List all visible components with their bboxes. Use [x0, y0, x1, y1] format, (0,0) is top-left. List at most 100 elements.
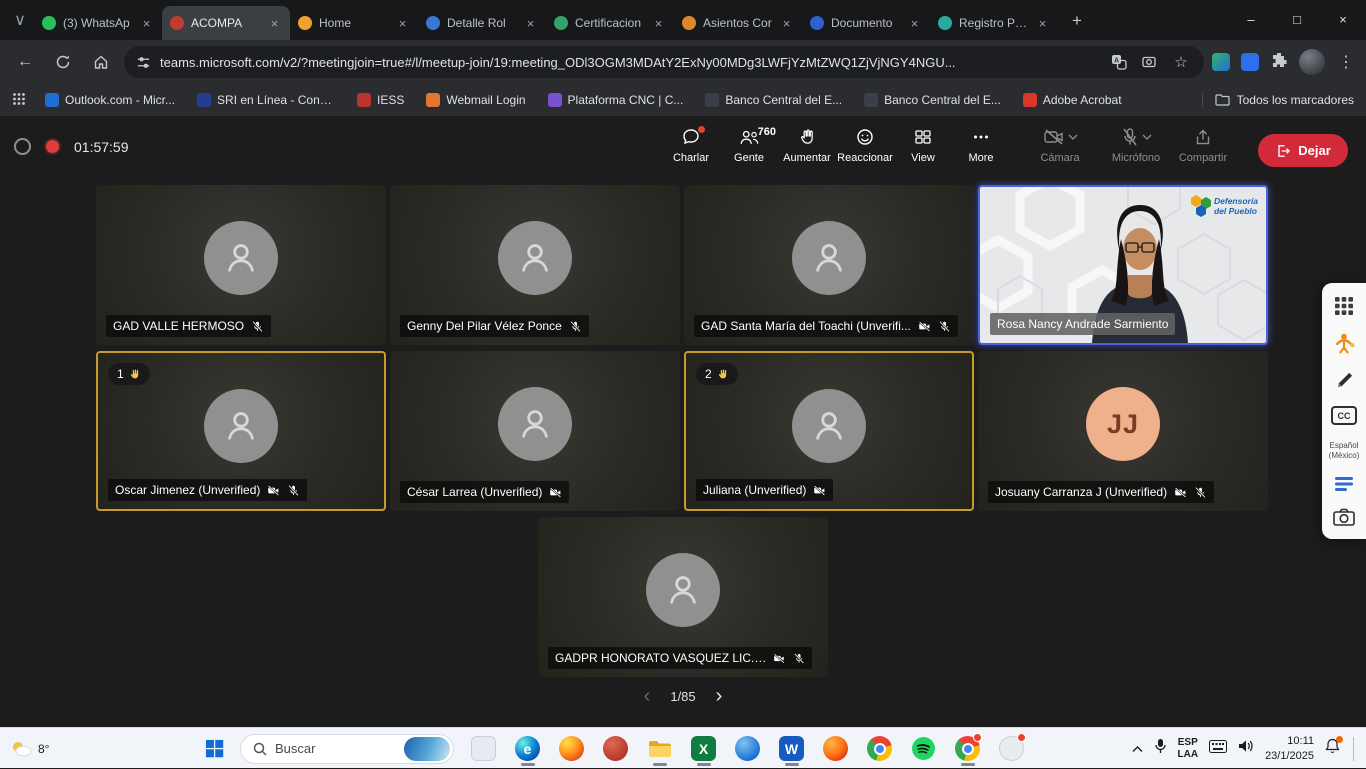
apps-grid-button[interactable]: [1331, 296, 1357, 316]
chat-button[interactable]: Charlar: [662, 126, 720, 180]
tab-asientos[interactable]: Asientos Cor ×: [674, 6, 802, 40]
notes-button[interactable]: [1331, 476, 1357, 492]
pen-button[interactable]: [1331, 371, 1357, 390]
start-button[interactable]: [196, 732, 232, 766]
share-button[interactable]: Compartir: [1174, 126, 1232, 180]
previous-page-button[interactable]: ‹: [644, 686, 651, 706]
volume-icon[interactable]: [1238, 739, 1254, 758]
extensions-puzzle-icon[interactable]: [1270, 51, 1288, 74]
firefox-icon[interactable]: [554, 731, 589, 766]
camera-button[interactable]: Cámara: [1022, 126, 1098, 180]
home-button[interactable]: [86, 47, 116, 77]
keyboard-language-indicator[interactable]: ESPLAA: [1178, 737, 1199, 760]
tab-close-button[interactable]: ×: [1035, 16, 1050, 31]
tab-close-button[interactable]: ×: [523, 16, 538, 31]
tab-close-button[interactable]: ×: [779, 16, 794, 31]
clock[interactable]: 10:11 23/1/2025: [1265, 734, 1314, 763]
tab-detalle-rol[interactable]: Detalle Rol ×: [418, 6, 546, 40]
apps-grid-icon[interactable]: [12, 92, 26, 109]
participant-tile[interactable]: César Larrea (Unverified): [390, 351, 680, 511]
participant-tile-active-speaker[interactable]: Defensoría del Pueblo Rosa Nancy Andrade…: [978, 185, 1268, 345]
task-view-icon[interactable]: [466, 731, 501, 766]
leave-button[interactable]: Dejar: [1258, 134, 1348, 167]
word-icon[interactable]: W: [774, 731, 809, 766]
tab-title: Detalle Rol: [447, 16, 516, 30]
participant-tile[interactable]: 1 Oscar Jimenez (Unverified): [96, 351, 386, 511]
taskbar-search-input[interactable]: Buscar: [240, 734, 454, 764]
participant-tile[interactable]: GAD Santa María del Toachi (Unverifi...: [684, 185, 974, 345]
extension-icon[interactable]: [1241, 53, 1259, 71]
bookmark-outlook[interactable]: Outlook.com - Micr...: [36, 88, 184, 112]
bookmark-iess[interactable]: IESS: [348, 88, 413, 112]
refresh-button[interactable]: [48, 47, 78, 77]
back-button[interactable]: ←: [10, 47, 40, 77]
tab-search-icon[interactable]: ∨: [8, 8, 32, 32]
tab-acompa-active[interactable]: ACOMPA ×: [162, 6, 290, 40]
hand-order-number: 1: [117, 367, 124, 381]
spotify-icon[interactable]: [906, 731, 941, 766]
notification-app-icon[interactable]: [994, 731, 1029, 766]
participant-tile[interactable]: JJ Josuany Carranza J (Unverified): [978, 351, 1268, 511]
extension-icon[interactable]: [1212, 53, 1230, 71]
participant-tile[interactable]: GAD VALLE HERMOSO: [96, 185, 386, 345]
search-daily-image[interactable]: [404, 737, 450, 761]
tab-close-button[interactable]: ×: [907, 16, 922, 31]
chevron-down-icon[interactable]: [1142, 134, 1152, 140]
view-button[interactable]: View: [894, 126, 952, 180]
address-bar[interactable]: teams.microsoft.com/v2/?meetingjoin=true…: [124, 46, 1204, 78]
blue-app-icon[interactable]: [730, 731, 765, 766]
next-page-button[interactable]: ›: [716, 686, 723, 706]
bookmark-adobe[interactable]: Adobe Acrobat: [1014, 88, 1131, 112]
reaction-person-button[interactable]: [1331, 332, 1357, 355]
chrome-active-icon[interactable]: [950, 731, 985, 766]
new-tab-button[interactable]: +: [1064, 8, 1090, 34]
participant-tile[interactable]: Genny Del Pilar Vélez Ponce: [390, 185, 680, 345]
tab-close-button[interactable]: ×: [139, 16, 154, 31]
image-search-icon[interactable]: [1139, 51, 1161, 73]
weather-widget[interactable]: 8°: [10, 728, 49, 769]
bookmark-sri[interactable]: SRI en Línea - Cons...: [188, 88, 344, 112]
hidden-icons-chevron[interactable]: [1132, 740, 1143, 758]
bookmark-webmail[interactable]: Webmail Login: [417, 88, 534, 112]
window-maximize-button[interactable]: □: [1274, 0, 1320, 38]
file-explorer-icon[interactable]: [642, 731, 677, 766]
browser-menu-icon[interactable]: ⋮: [1336, 52, 1356, 72]
bookmark-star-icon[interactable]: ☆: [1170, 51, 1192, 73]
site-info-icon[interactable]: [136, 55, 151, 70]
tab-close-button[interactable]: ×: [267, 16, 282, 31]
notification-bell[interactable]: [1325, 738, 1340, 759]
orange-app-icon[interactable]: [818, 731, 853, 766]
participant-tile[interactable]: 2 Juliana (Unverified): [684, 351, 974, 511]
more-button[interactable]: More: [952, 126, 1010, 180]
tab-close-button[interactable]: ×: [651, 16, 666, 31]
translate-icon[interactable]: A: [1108, 51, 1130, 73]
bookmark-cnc[interactable]: Plataforma CNC | C...: [539, 88, 693, 112]
profile-avatar[interactable]: [1299, 49, 1325, 75]
camera-capture-button[interactable]: [1331, 508, 1357, 526]
raise-hand-button[interactable]: Aumentar: [778, 126, 836, 180]
all-bookmarks[interactable]: Todos los marcadores: [1202, 93, 1354, 107]
edge-icon[interactable]: e: [510, 731, 545, 766]
show-desktop-button[interactable]: [1353, 737, 1356, 761]
red-app-icon[interactable]: [598, 731, 633, 766]
tab-registro[interactable]: Registro Pag ×: [930, 6, 1058, 40]
people-button[interactable]: 760 Gente: [720, 126, 778, 180]
closed-captions-button[interactable]: CC: [1331, 406, 1357, 425]
tab-documento[interactable]: Documento ×: [802, 6, 930, 40]
tab-home[interactable]: Home ×: [290, 6, 418, 40]
mic-in-use-icon[interactable]: [1154, 738, 1167, 759]
chrome-icon[interactable]: [862, 731, 897, 766]
microphone-button[interactable]: Micrófono: [1098, 126, 1174, 180]
window-close-button[interactable]: ×: [1320, 0, 1366, 38]
bookmark-banco-central-2[interactable]: Banco Central del E...: [855, 88, 1010, 112]
participant-tile[interactable]: GADPR HONORATO VASQUEZ LIC. VI...: [538, 517, 828, 677]
excel-icon[interactable]: X: [686, 731, 721, 766]
tab-whatsapp[interactable]: (3) WhatsAp ×: [34, 6, 162, 40]
tab-certificacion[interactable]: Certificacion ×: [546, 6, 674, 40]
tab-close-button[interactable]: ×: [395, 16, 410, 31]
window-minimize-button[interactable]: –: [1228, 0, 1274, 38]
touch-keyboard-icon[interactable]: [1209, 740, 1227, 758]
chevron-down-icon[interactable]: [1068, 134, 1078, 140]
bookmark-banco-central-1[interactable]: Banco Central del E...: [696, 88, 851, 112]
react-button[interactable]: Reaccionar: [836, 126, 894, 180]
